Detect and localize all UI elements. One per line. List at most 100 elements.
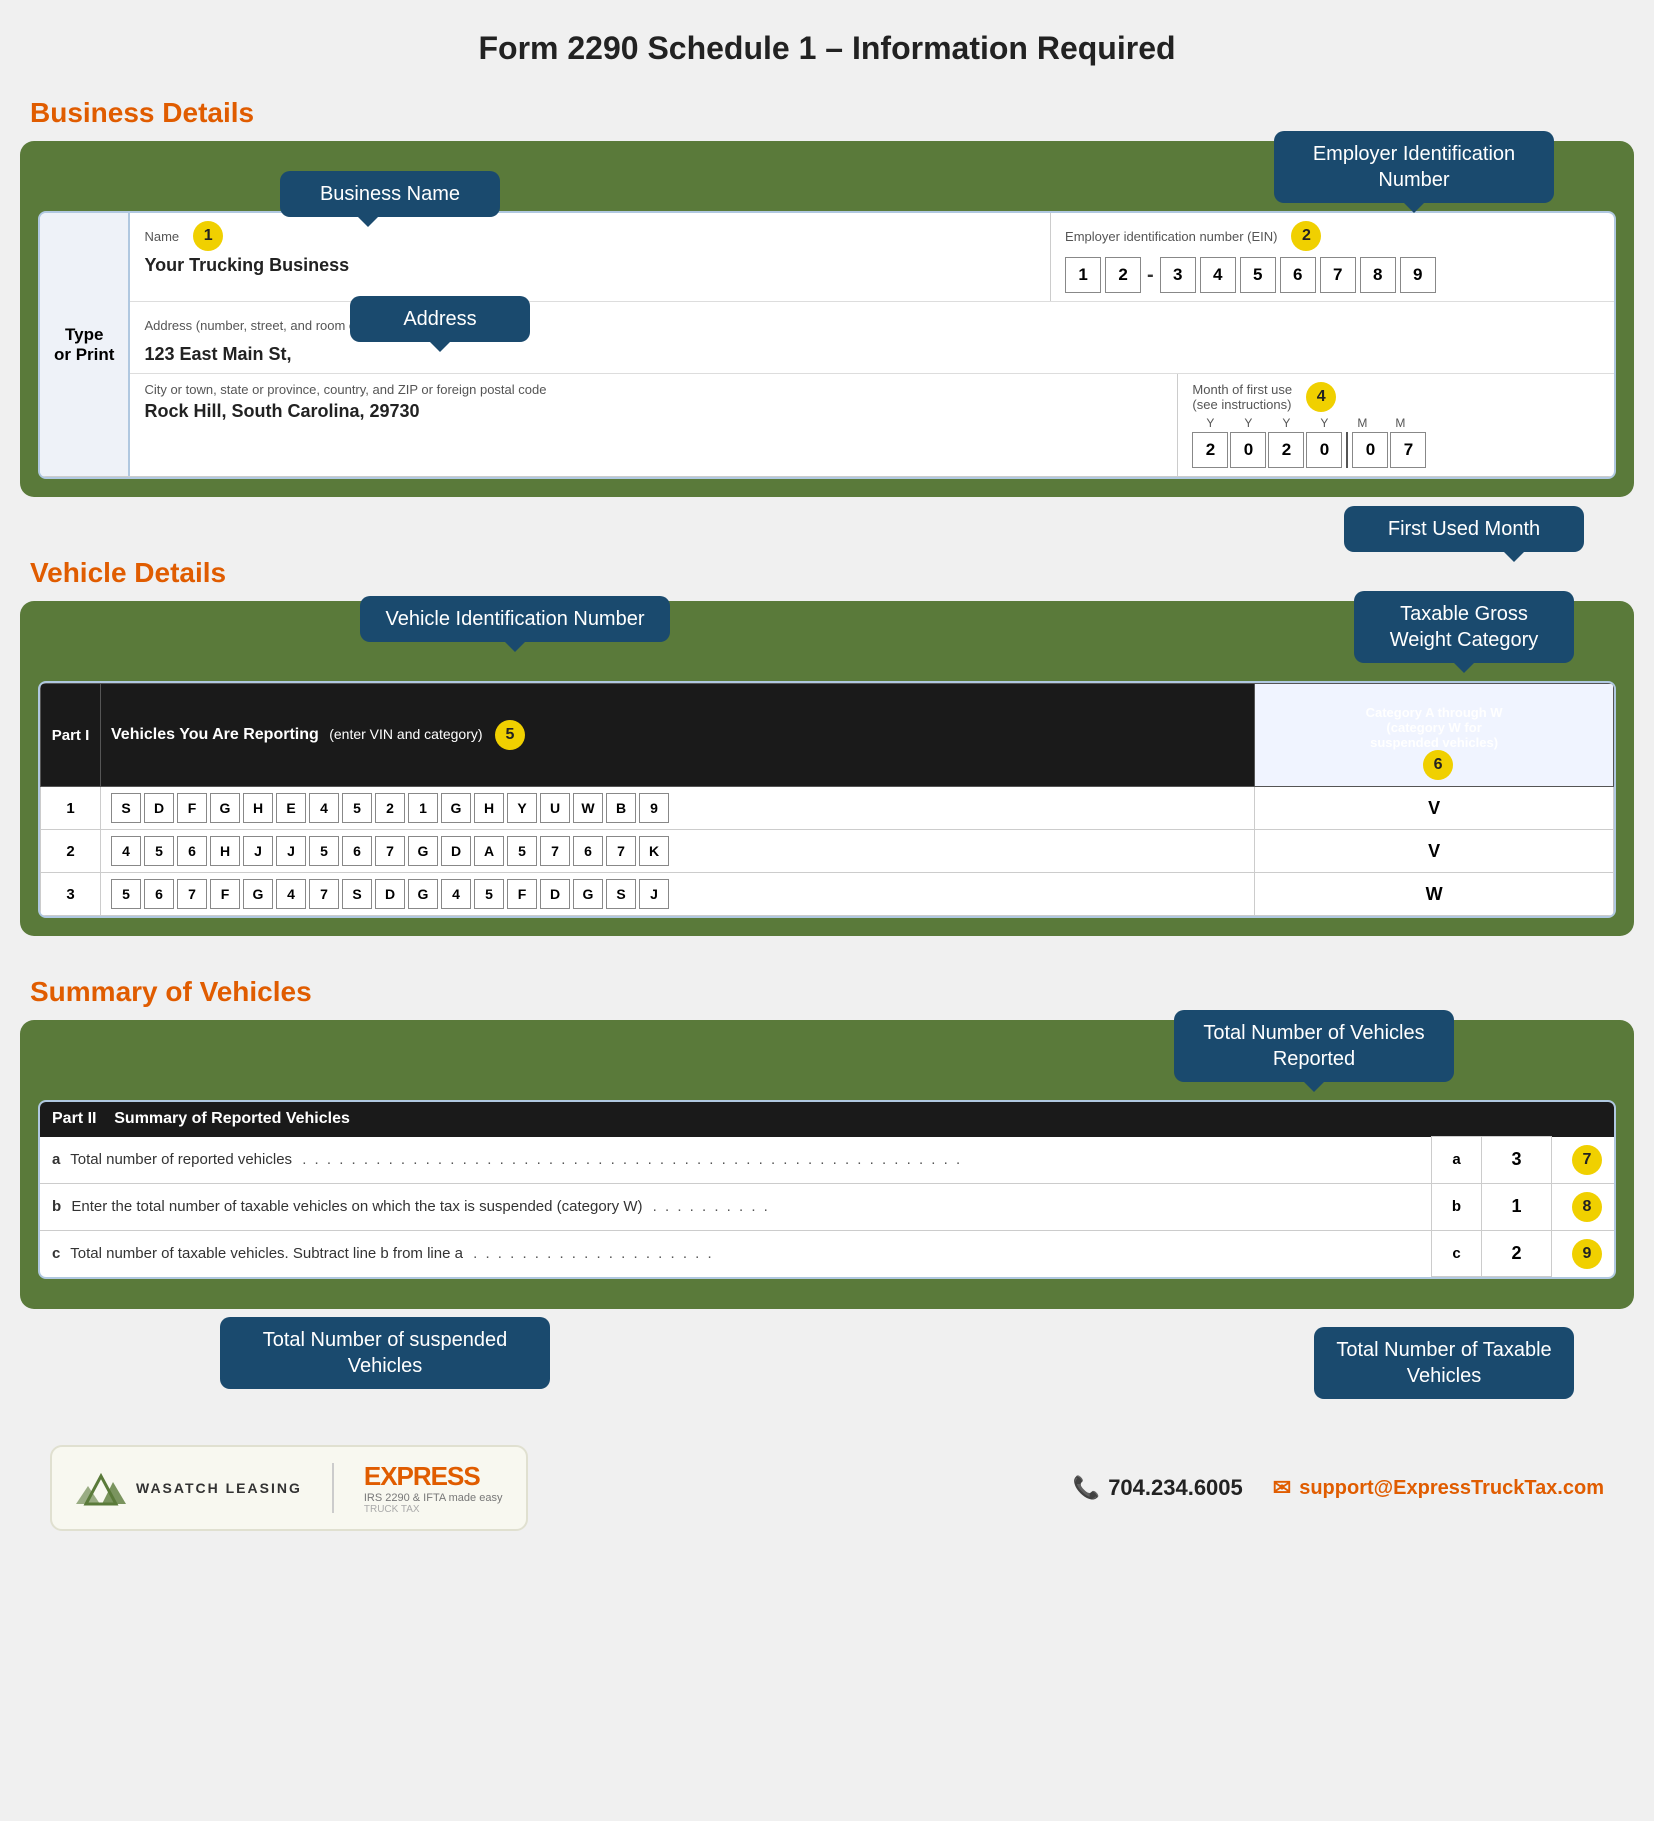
footer-contact: 📞 704.234.6005 ✉ support@ExpressTruckTax… (1073, 1475, 1604, 1501)
callout-tgwc: Taxable Gross Weight Category (1354, 591, 1574, 663)
vin-cell: G (408, 836, 438, 866)
row-c-letter: c (1432, 1230, 1482, 1277)
vin-cell: 4 (276, 879, 306, 909)
vin-cell: E (276, 793, 306, 823)
vehicle-row-1: 1 S D F G H E 4 5 2 1 (41, 787, 1614, 830)
date-letter-y1: Y (1192, 416, 1228, 430)
footer-phone: 📞 704.234.6005 (1073, 1475, 1243, 1501)
ein-box-9: 9 (1400, 257, 1436, 293)
row-num-2: 2 (41, 830, 101, 873)
vin-cell: D (375, 879, 405, 909)
business-name-value: Your Trucking Business (144, 255, 1036, 276)
express-sub: IRS 2290 & IFTA made easy (364, 1492, 503, 1504)
row-c-value: 2 (1482, 1230, 1552, 1277)
badge-a: 7 (1572, 1145, 1602, 1175)
vin-cell: F (177, 793, 207, 823)
vin-row-2: 4 5 6 H J J 5 6 7 G D A 5 (101, 830, 1255, 873)
date-box-3: 2 (1268, 432, 1304, 468)
date-letter-y2: Y (1230, 416, 1266, 430)
badge-c: 9 (1572, 1239, 1602, 1269)
vin-cell: 5 (507, 836, 537, 866)
ein-boxes: 1 2 - 3 4 5 6 7 8 9 (1065, 257, 1600, 293)
vin-cell: 5 (144, 836, 174, 866)
phone-number: 704.234.6005 (1108, 1475, 1243, 1501)
city-cell: City or town, state or province, country… (130, 374, 1178, 476)
ein-box-7: 7 (1320, 257, 1356, 293)
vin-cell: 6 (177, 836, 207, 866)
cat-row-1: V (1255, 787, 1614, 830)
business-section-wrapper: Business Name Employer Identification Nu… (20, 141, 1634, 497)
vin-cell: H (474, 793, 504, 823)
vin-cell: 4 (441, 879, 471, 909)
part2-header: Part II Summary of Reported Vehicles (40, 1102, 1614, 1137)
ein-box-8: 8 (1360, 257, 1396, 293)
vin-cell: J (243, 836, 273, 866)
date-letter-m2: M (1382, 416, 1418, 430)
section-header-business: Business Details (30, 97, 1634, 129)
date-boxes: 2 0 2 0 0 7 (1192, 432, 1600, 468)
vin-cell: G (441, 793, 471, 823)
row-a-label: a Total number of reported vehicles . . … (40, 1137, 1432, 1184)
vin-cell: G (573, 879, 603, 909)
row-b-label: b Enter the total number of taxable vehi… (40, 1183, 1432, 1230)
badge-date: 4 (1306, 382, 1336, 412)
part-title-cell: Vehicles You Are Reporting (enter VIN an… (101, 684, 1255, 787)
vin-cell: D (144, 793, 174, 823)
ein-cell: Employer identification number (EIN) 2 1… (1051, 213, 1614, 301)
mountain-icon (76, 1468, 126, 1508)
badge-ein: 2 (1291, 221, 1321, 251)
vin-cell: 4 (309, 793, 339, 823)
vin-cell: 6 (144, 879, 174, 909)
vin-cell: A (474, 836, 504, 866)
express-main: EXPRESS (364, 1461, 480, 1492)
badge-a-cell: 7 (1552, 1137, 1615, 1184)
ein-box-6: 6 (1280, 257, 1316, 293)
badge-name: 1 (193, 221, 223, 251)
date-box-2: 0 (1230, 432, 1266, 468)
vin-cell: Y (507, 793, 537, 823)
vin-cell: 1 (408, 793, 438, 823)
vin-cell: K (639, 836, 669, 866)
badge-cat: 6 (1423, 750, 1453, 780)
cat-row-3: W (1255, 873, 1614, 916)
vin-cell: D (441, 836, 471, 866)
business-form-box: Type or Print Name 1 Your Trucking Busin… (38, 211, 1616, 479)
row-c-label: c Total number of taxable vehicles. Subt… (40, 1230, 1432, 1277)
callout-address: Address (350, 296, 530, 342)
footer-logos: WASATCH LEASING EXPRESS IRS 2290 & IFTA … (50, 1445, 528, 1531)
vin-cell: 7 (606, 836, 636, 866)
badge-b: 8 (1572, 1192, 1602, 1222)
date-box-1: 2 (1192, 432, 1228, 468)
vin-cell: 2 (375, 793, 405, 823)
vin-cell: S (111, 793, 141, 823)
callout-first-used: First Used Month (1344, 506, 1584, 552)
row-b-letter: b (1432, 1183, 1482, 1230)
wasatch-name: WASATCH LEASING (136, 1480, 302, 1496)
badge-b-cell: 8 (1552, 1183, 1615, 1230)
vehicle-row-2: 2 4 5 6 H J J 5 6 7 G (41, 830, 1614, 873)
ein-dash: - (1147, 264, 1154, 287)
row-a-letter: a (1432, 1137, 1482, 1184)
vin-cell: F (507, 879, 537, 909)
callout-taxable: Total Number of Taxable Vehicles (1314, 1327, 1574, 1399)
ein-box-4: 4 (1200, 257, 1236, 293)
vehicle-form-box: Part I Vehicles You Are Reporting (enter… (38, 681, 1616, 918)
vin-cell: W (573, 793, 603, 823)
page-title: Form 2290 Schedule 1 – Information Requi… (20, 20, 1634, 67)
vin-cell: S (342, 879, 372, 909)
vin-cell: F (210, 879, 240, 909)
date-letter-m1: M (1344, 416, 1380, 430)
callout-total-reported: Total Number of Vehicles Reported (1174, 1010, 1454, 1082)
vin-cell: B (606, 793, 636, 823)
row-a-value: 3 (1482, 1137, 1552, 1184)
vin-cell: H (210, 836, 240, 866)
ein-box-1: 1 (1065, 257, 1101, 293)
vin-cell: 7 (177, 879, 207, 909)
vehicle-row-3: 3 5 6 7 F G 4 7 S D G (41, 873, 1614, 916)
badge-c-cell: 9 (1552, 1230, 1615, 1277)
vin-cell: 6 (573, 836, 603, 866)
summary-section-wrapper: Total Number of Vehicles Reported Part I… (20, 1020, 1634, 1309)
vin-cell: 5 (309, 836, 339, 866)
wasatch-logo: WASATCH LEASING (76, 1468, 302, 1508)
ein-box-5: 5 (1240, 257, 1276, 293)
